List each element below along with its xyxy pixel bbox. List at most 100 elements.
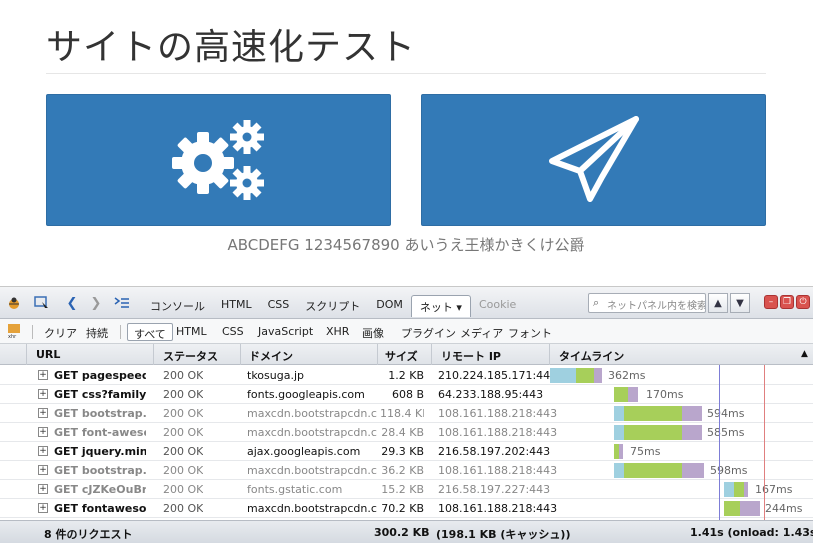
detach-icon[interactable]: ❐ bbox=[780, 295, 794, 309]
table-row[interactable]: + GET jquery.min.j 200 OK ajax.googleapis.c… bbox=[0, 442, 813, 461]
expand-icon[interactable]: + bbox=[38, 408, 48, 418]
xhr-icon[interactable]: xhr bbox=[6, 323, 22, 339]
request-time: 598ms bbox=[710, 464, 748, 477]
dom-content-loaded-marker bbox=[719, 365, 720, 520]
request-remote-ip: 108.161.188.218:443 bbox=[438, 407, 558, 420]
filter-css[interactable]: CSS bbox=[216, 323, 250, 341]
column-timeline[interactable]: タイムライン bbox=[559, 348, 624, 364]
tab-css[interactable]: CSS bbox=[260, 295, 298, 317]
request-remote-ip: 216.58.197.227:443 bbox=[438, 483, 551, 496]
filter-images[interactable]: 画像 bbox=[356, 323, 390, 341]
filter-fonts[interactable]: フォント bbox=[502, 323, 558, 341]
request-domain: fonts.gstatic.com bbox=[247, 483, 343, 496]
column-remote-ip[interactable]: リモート IP bbox=[441, 348, 501, 364]
request-domain: maxcdn.bootstrapcdn.com bbox=[247, 502, 377, 515]
cache-size: (198.1 KB (キャッシュ)) bbox=[436, 528, 571, 541]
tab-dom[interactable]: DOM bbox=[368, 295, 411, 317]
timeline-bar-segment bbox=[619, 444, 623, 459]
sort-arrow-icon[interactable]: ▲ bbox=[801, 349, 808, 359]
request-status: 200 OK bbox=[163, 369, 204, 382]
tab-cookie[interactable]: Cookie bbox=[471, 295, 524, 317]
gears-icon bbox=[171, 120, 264, 200]
request-domain: fonts.googleapis.com bbox=[247, 388, 365, 401]
paper-plane-icon bbox=[548, 116, 639, 202]
net-filter-bar: xhr クリア 持続 すべて HTML CSS JavaScript XHR 画… bbox=[0, 319, 813, 344]
expand-icon[interactable]: + bbox=[38, 465, 48, 475]
request-domain: ajax.googleapis.com bbox=[247, 445, 361, 458]
filter-plugins[interactable]: プラグイン bbox=[395, 323, 462, 341]
tab-html[interactable]: HTML bbox=[213, 295, 260, 317]
inspect-icon[interactable] bbox=[34, 295, 50, 311]
request-url[interactable]: GET jquery.min.j bbox=[54, 445, 146, 458]
timeline-bar-segment bbox=[594, 368, 602, 383]
request-remote-ip: 210.224.185.171:443 bbox=[438, 369, 558, 382]
column-separator bbox=[153, 344, 154, 365]
request-url[interactable]: GET css?family= bbox=[54, 388, 146, 401]
filter-xhr[interactable]: XHR bbox=[320, 323, 355, 341]
column-separator bbox=[549, 344, 550, 365]
forward-icon[interactable]: ❯ bbox=[88, 295, 104, 311]
expand-icon[interactable]: + bbox=[38, 503, 48, 513]
request-domain: maxcdn.bootstrapcdn.com bbox=[247, 464, 377, 477]
clear-button[interactable]: クリア bbox=[38, 323, 83, 341]
expand-icon[interactable]: + bbox=[38, 370, 48, 380]
minimize-icon[interactable]: – bbox=[764, 295, 778, 309]
column-separator bbox=[26, 344, 27, 365]
expand-icon[interactable]: + bbox=[38, 484, 48, 494]
tab-console[interactable]: コンソール bbox=[142, 295, 213, 317]
request-url[interactable]: GET bootstrap.m bbox=[54, 464, 146, 477]
request-domain: maxcdn.bootstrapcdn.com bbox=[247, 407, 377, 420]
table-row[interactable]: + GET fontaweson 200 OK maxcdn.bootstrapcdn… bbox=[0, 499, 813, 518]
timeline-bar-segment bbox=[614, 463, 624, 478]
request-remote-ip: 108.161.188.218:443 bbox=[438, 426, 558, 439]
speed-settings-tile[interactable] bbox=[46, 94, 391, 226]
filter-media[interactable]: メディア bbox=[454, 323, 509, 341]
column-status[interactable]: ステータス bbox=[163, 348, 218, 364]
firebug-panel: ❮ ❯ コンソール HTML CSS スクリプト DOM ネット ▾ Cooki… bbox=[0, 286, 813, 543]
timeline-bar-segment bbox=[614, 387, 628, 402]
request-url[interactable]: GET font-aweso bbox=[54, 426, 146, 439]
expand-icon[interactable]: + bbox=[38, 389, 48, 399]
tab-script[interactable]: スクリプト bbox=[297, 295, 368, 317]
filter-javascript[interactable]: JavaScript bbox=[252, 323, 319, 341]
column-url[interactable]: URL bbox=[36, 348, 60, 361]
timeline-bar-segment bbox=[624, 425, 682, 440]
column-size[interactable]: サイズ bbox=[385, 348, 418, 364]
request-size: 28.4 KB bbox=[381, 426, 424, 439]
command-line-icon[interactable] bbox=[114, 295, 130, 311]
firebug-toolbar: ❮ ❯ コンソール HTML CSS スクリプト DOM ネット ▾ Cooki… bbox=[0, 287, 813, 319]
sample-text: ABCDEFG 1234567890 あいうえ王様かきくけ公爵 bbox=[227, 236, 585, 254]
request-url[interactable]: GET cJZKeOuBrn bbox=[54, 483, 146, 496]
table-row[interactable]: + GET pagespeed- 200 OK tkosuga.jp 1.2 KB 210… bbox=[0, 366, 813, 385]
net-summary: 8 件のリクエスト 300.2 KB (198.1 KB (キャッシュ)) 1.… bbox=[0, 520, 813, 543]
table-row[interactable]: + GET font-aweso 200 OK maxcdn.bootstrapcdn… bbox=[0, 423, 813, 442]
column-domain[interactable]: ドメイン bbox=[249, 348, 293, 364]
firebug-bug-icon[interactable] bbox=[6, 295, 22, 311]
net-search-input[interactable]: ⌕ ネットパネル内を検索 bbox=[588, 293, 706, 313]
expand-icon[interactable]: + bbox=[38, 446, 48, 456]
table-row[interactable]: + GET cJZKeOuBrn 200 OK fonts.gstatic.com 15… bbox=[0, 480, 813, 499]
request-size: 608 B bbox=[391, 388, 424, 401]
close-icon[interactable]: ⏻ bbox=[796, 295, 810, 309]
tab-net[interactable]: ネット ▾ bbox=[410, 295, 471, 317]
request-url[interactable]: GET bootstrap.m bbox=[54, 407, 146, 420]
request-url[interactable]: GET pagespeed- bbox=[54, 369, 146, 382]
filter-html[interactable]: HTML bbox=[170, 323, 213, 341]
request-time: 167ms bbox=[755, 483, 793, 496]
back-icon[interactable]: ❮ bbox=[64, 295, 80, 311]
table-row[interactable]: + GET bootstrap.m 200 OK maxcdn.bootstrapcd… bbox=[0, 404, 813, 423]
filter-separator bbox=[120, 325, 121, 339]
send-tile[interactable] bbox=[421, 94, 766, 226]
timeline-bar-segment bbox=[682, 406, 702, 421]
request-remote-ip: 64.233.188.95:443 bbox=[438, 388, 544, 401]
search-placeholder: ネットパネル内を検索 bbox=[607, 301, 706, 312]
persist-button[interactable]: 持続 bbox=[80, 323, 114, 341]
filter-all[interactable]: すべて bbox=[127, 323, 173, 341]
expand-icon[interactable]: + bbox=[38, 427, 48, 437]
timeline-bar-segment bbox=[724, 482, 734, 497]
table-row[interactable]: + GET bootstrap.m 200 OK maxcdn.bootstrapcd… bbox=[0, 461, 813, 480]
search-next-button[interactable]: ▼ bbox=[730, 293, 750, 313]
table-row[interactable]: + GET css?family= 200 OK fonts.googleapis.c… bbox=[0, 385, 813, 404]
search-prev-button[interactable]: ▲ bbox=[708, 293, 728, 313]
request-url[interactable]: GET fontaweson bbox=[54, 502, 146, 515]
